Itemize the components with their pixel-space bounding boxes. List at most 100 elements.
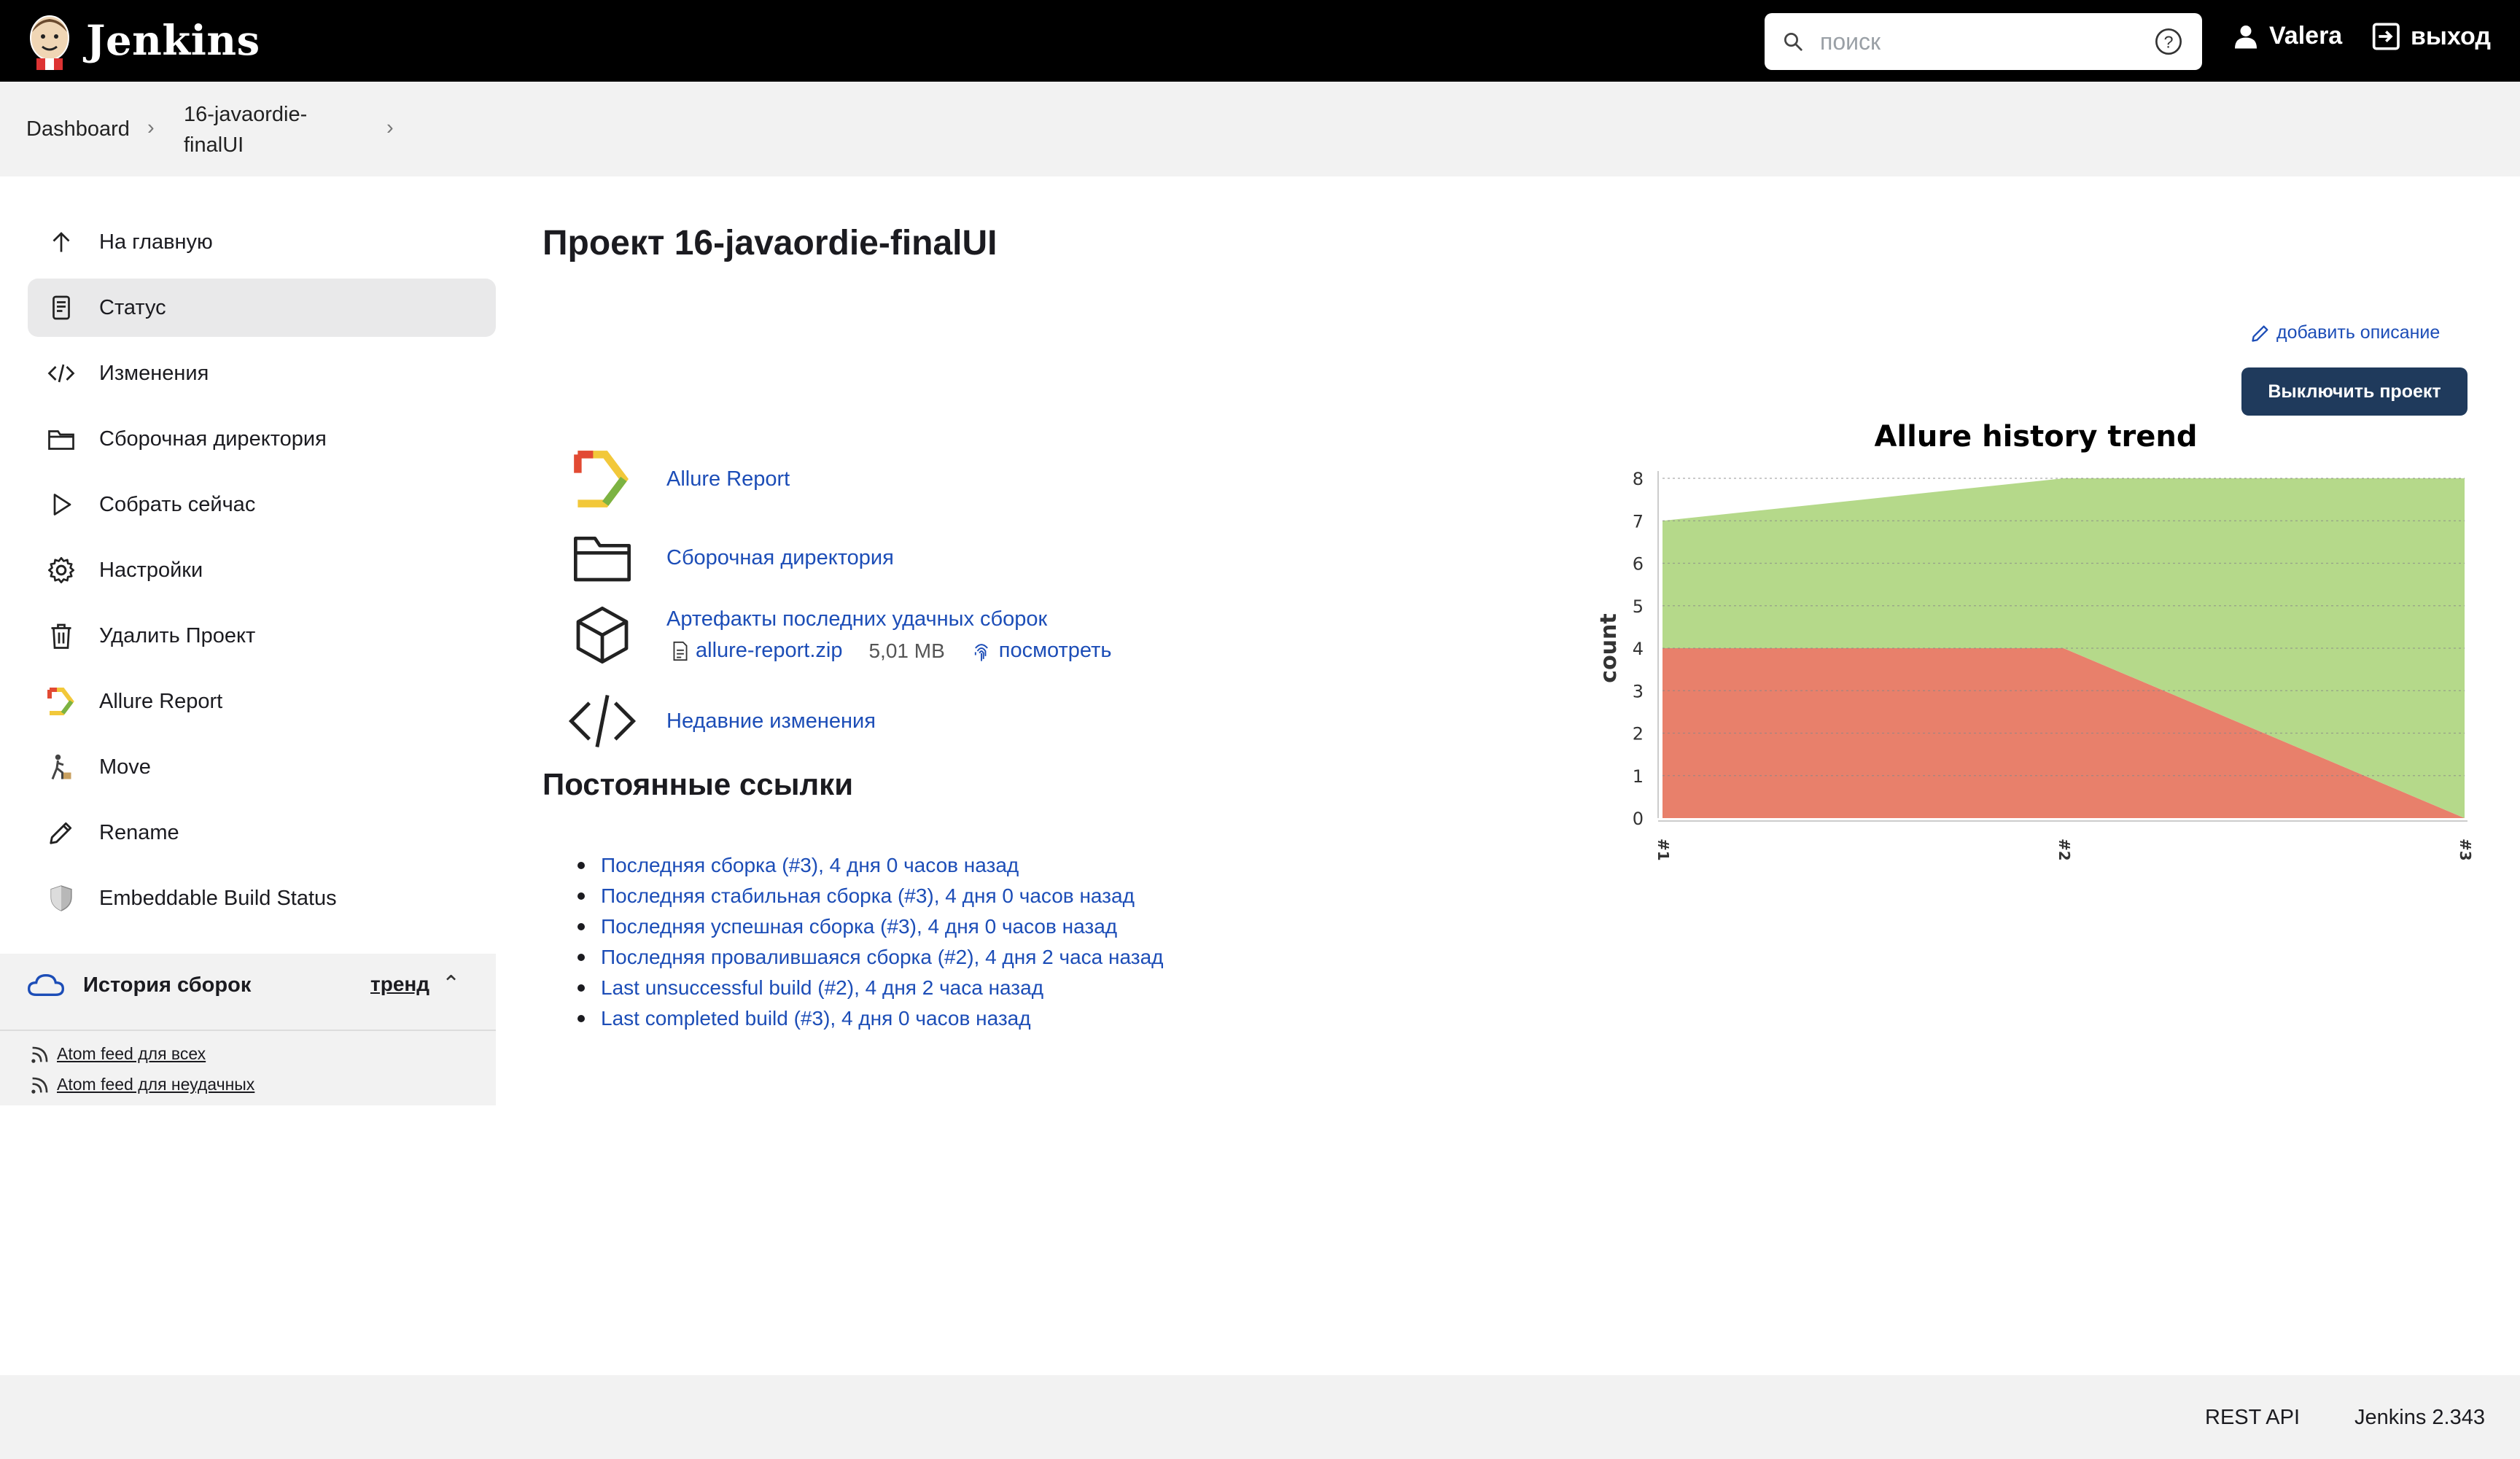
sidebar-item-label: На главную <box>99 230 213 254</box>
shield-icon <box>45 882 77 914</box>
sidebar-item-settings[interactable]: Настройки <box>28 541 496 599</box>
artifact-file-link[interactable]: allure-report.zip <box>696 639 842 663</box>
trend-link[interactable]: тренд <box>370 973 429 996</box>
list-item[interactable]: Последняя стабильная сборка (#3), 4 дня … <box>578 881 1164 911</box>
allure-report-row: Allure Report <box>566 446 790 512</box>
help-icon[interactable]: ? <box>2154 27 2183 56</box>
logout-link[interactable]: выход <box>2371 22 2491 51</box>
breadcrumb-project[interactable]: 16-javaordie- finalUI <box>184 99 307 160</box>
search-input[interactable] <box>1820 28 2141 55</box>
arrow-up-icon <box>45 226 77 258</box>
breadcrumb-dropdown-chevron-icon[interactable]: › <box>386 112 394 143</box>
logout-icon <box>2371 22 2403 51</box>
folder-icon <box>45 423 77 455</box>
feed-failed-row: Atom feed для неудачных <box>31 1075 254 1094</box>
breadcrumb-dashboard[interactable]: Dashboard <box>26 114 130 144</box>
sidebar-item-label: Сборочная директория <box>99 427 327 451</box>
feed-all-row: Atom feed для всех <box>31 1044 206 1064</box>
page-title: Проект 16-javaordie-finalUI <box>542 224 998 262</box>
sidebar-item-delete[interactable]: Удалить Проект <box>28 607 496 665</box>
collapse-chevron-icon[interactable]: ⌃ <box>442 971 460 997</box>
atom-feed-all-link[interactable]: Atom feed для всех <box>57 1044 206 1064</box>
rest-api-link[interactable]: REST API <box>2205 1406 2300 1430</box>
add-description-link[interactable]: добавить описание <box>2250 322 2440 343</box>
folder-icon <box>566 525 639 591</box>
document-icon <box>45 292 77 324</box>
sidebar-item-label: Allure Report <box>99 689 223 713</box>
sidebar-item-status[interactable]: Статус <box>28 279 496 337</box>
permalink-last-build[interactable]: Последняя сборка (#3), 4 дня 0 часов наз… <box>601 854 1019 876</box>
allure-report-link[interactable]: Allure Report <box>666 467 790 491</box>
sidebar-item-allure[interactable]: Allure Report <box>28 672 496 731</box>
logo-text: Jenkins <box>86 17 260 65</box>
sidebar-item-changes[interactable]: Изменения <box>28 344 496 402</box>
move-icon <box>45 751 77 783</box>
play-icon <box>45 489 77 521</box>
allure-icon <box>566 446 639 512</box>
workspace-link[interactable]: Сборочная директория <box>666 546 894 570</box>
artifacts-block: Артефакты последних удачных сборок allur… <box>666 607 1112 663</box>
package-icon <box>566 602 639 668</box>
sidebar-item-build-now[interactable]: Собрать сейчас <box>28 475 496 534</box>
trash-icon <box>45 620 77 652</box>
chart-y-tick-label: 5 <box>1633 596 1644 617</box>
jenkins-version-link[interactable]: Jenkins 2.343 <box>2354 1406 2485 1430</box>
artifacts-row: Артефакты последних удачных сборок allur… <box>566 602 1112 668</box>
permalink-last-unsuccessful[interactable]: Last unsuccessful build (#2), 4 дня 2 ча… <box>601 976 1043 999</box>
sidebar-item-label: Rename <box>99 820 179 844</box>
chart-y-tick-label: 6 <box>1633 554 1644 575</box>
fingerprint-icon[interactable] <box>971 640 992 662</box>
build-history-title: История сборок <box>83 973 252 997</box>
sidebar-item-label: Статус <box>99 295 166 319</box>
user-link[interactable]: Valera <box>2233 22 2342 50</box>
breadcrumb-separator-icon: › <box>147 116 155 139</box>
list-item[interactable]: Последняя сборка (#3), 4 дня 0 часов наз… <box>578 850 1164 881</box>
list-item[interactable]: Last completed build (#3), 4 дня 0 часов… <box>578 1003 1164 1034</box>
rss-icon <box>31 1045 50 1064</box>
pencil-icon <box>45 817 77 849</box>
permalink-last-stable[interactable]: Последняя стабильная сборка (#3), 4 дня … <box>601 884 1135 907</box>
gear-icon <box>45 554 77 586</box>
permalink-last-completed[interactable]: Last completed build (#3), 4 дня 0 часов… <box>601 1007 1031 1030</box>
jenkins-logo[interactable]: Jenkins <box>26 10 260 71</box>
chart-y-axis-label: count <box>1596 613 1622 682</box>
svg-text:?: ? <box>2164 32 2174 51</box>
code-icon <box>45 357 77 389</box>
recent-changes-link[interactable]: Недавние изменения <box>666 709 876 734</box>
artifacts-link[interactable]: Артефакты последних удачных сборок <box>666 607 1112 631</box>
chart-x-tick-label: #3 <box>2457 839 2474 861</box>
artifact-row: allure-report.zip 5,01 MB посмотреть <box>672 639 1112 663</box>
sidebar-item-home[interactable]: На главную <box>28 213 496 271</box>
recent-changes-row: Недавние изменения <box>566 688 876 754</box>
user-name: Valera <box>2269 22 2343 50</box>
allure-trend-chart[interactable]: Allure history trend 0 1 2 3 4 5 6 7 8 #1 #2 #3 count <box>1590 408 2486 875</box>
permalink-last-failed[interactable]: Последняя провалившаяся сборка (#2), 4 д… <box>601 946 1164 968</box>
chart-y-tick-label: 4 <box>1633 639 1644 659</box>
atom-feed-failed-link[interactable]: Atom feed для неудачных <box>57 1075 254 1094</box>
sidebar-item-label: Настройки <box>99 558 203 582</box>
workspace-row: Сборочная директория <box>566 525 894 591</box>
top-bar: Jenkins ? Valera выход <box>0 0 2520 82</box>
file-icon <box>672 641 688 661</box>
sidebar-item-embeddable-build-status[interactable]: Embeddable Build Status <box>28 869 496 927</box>
sidebar-item-workspace[interactable]: Сборочная директория <box>28 410 496 468</box>
user-icon <box>2233 23 2259 50</box>
allure-icon <box>45 685 77 717</box>
list-item[interactable]: Last unsuccessful build (#2), 4 дня 2 ча… <box>578 973 1164 1003</box>
sidebar-item-rename[interactable]: Rename <box>28 804 496 862</box>
list-item[interactable]: Последняя успешная сборка (#3), 4 дня 0 … <box>578 911 1164 942</box>
rss-icon <box>31 1075 50 1094</box>
permalinks-title: Постоянные ссылки <box>542 767 854 801</box>
permalinks-list: Последняя сборка (#3), 4 дня 0 часов наз… <box>578 850 1164 1034</box>
permalink-last-successful[interactable]: Последняя успешная сборка (#3), 4 дня 0 … <box>601 915 1117 938</box>
list-item[interactable]: Последняя провалившаяся сборка (#2), 4 д… <box>578 942 1164 973</box>
sidebar-item-move[interactable]: Move <box>28 738 496 796</box>
logout-label: выход <box>2411 22 2491 50</box>
build-history-panel: История сборок тренд ⌃ Atom feed для все… <box>0 954 496 1105</box>
build-history-header: История сборок <box>28 973 251 997</box>
chart-x-tick-label: #1 <box>1654 839 1672 861</box>
code-icon <box>566 688 639 754</box>
artifact-view-link[interactable]: посмотреть <box>999 639 1112 663</box>
chart-x-tick-label: #2 <box>2056 839 2073 861</box>
breadcrumb: Dashboard › 16-javaordie- finalUI › <box>0 82 2520 176</box>
